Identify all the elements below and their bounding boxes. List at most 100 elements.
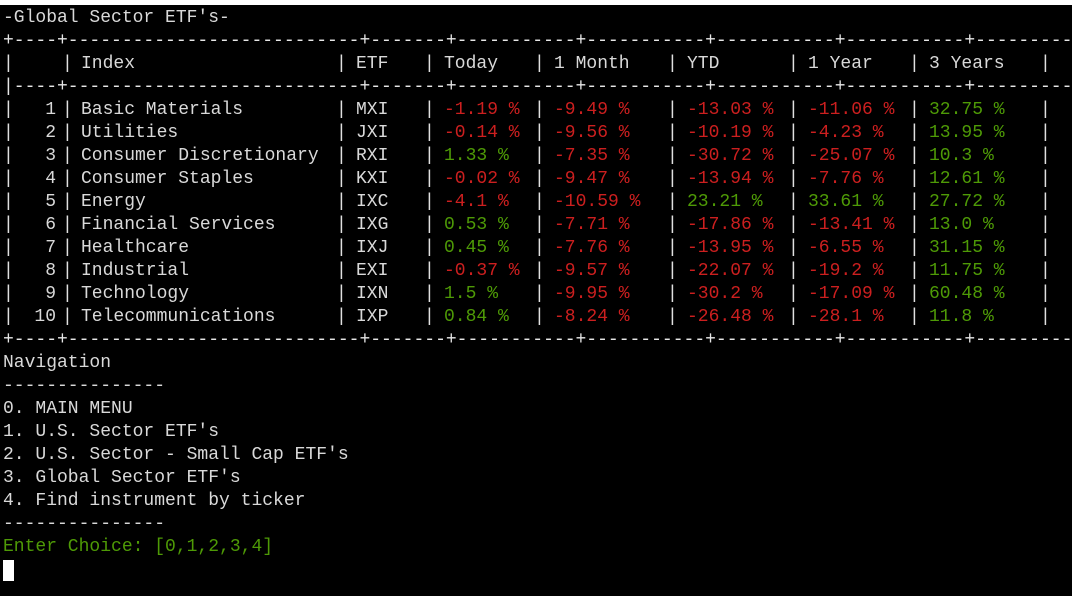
column-divider: | xyxy=(788,284,799,304)
row-etf-ticker: JXI xyxy=(356,123,389,143)
column-divider: | xyxy=(3,169,14,189)
menu-item-us-sector-small-cap-etfs[interactable]: 2. U.S. Sector - Small Cap ETF's xyxy=(3,444,349,467)
column-divider: | xyxy=(909,123,920,143)
table-row: | 2 | Utilities | JXI | -0.14 % | -9.56 % | -10.19 … xyxy=(3,122,1063,145)
column-divider: | xyxy=(788,100,799,120)
column-divider: | xyxy=(3,100,14,120)
row-1-year-change: -13.41 % xyxy=(808,215,895,235)
column-divider: | xyxy=(424,100,435,120)
column-divider: | xyxy=(62,192,73,212)
column-divider: | xyxy=(667,261,678,281)
column-divider: | xyxy=(909,307,920,327)
column-divider: | xyxy=(788,123,799,143)
column-divider: | xyxy=(534,307,545,327)
column-divider: | xyxy=(909,215,920,235)
column-divider: | xyxy=(534,100,545,120)
column-divider: | xyxy=(424,215,435,235)
row-etf-ticker: IXJ xyxy=(356,238,389,258)
row-today-change: 0.84 % xyxy=(444,307,509,327)
table-row: | 7 | Healthcare | IXJ | 0.45 % | -7.76 % | -13.95 … xyxy=(3,237,1063,260)
row-today-change: 1.33 % xyxy=(444,146,509,166)
row-1-month-change: -9.56 % xyxy=(554,123,630,143)
row-number: 8 xyxy=(45,261,56,281)
row-3-years-change: 13.0 % xyxy=(929,215,994,235)
column-divider: | xyxy=(336,123,347,143)
column-divider: | xyxy=(424,307,435,327)
row-etf-ticker: EXI xyxy=(356,261,389,281)
row-number: 7 xyxy=(45,238,56,258)
row-today-change: -1.19 % xyxy=(444,100,520,120)
column-divider: | xyxy=(62,307,73,327)
row-1-year-change: -28.1 % xyxy=(808,307,884,327)
row-3-years-change: 13.95 % xyxy=(929,123,1005,143)
row-today-change: 0.53 % xyxy=(444,215,509,235)
row-ytd-change: -10.19 % xyxy=(687,123,774,143)
column-header-3-years: 3 Years xyxy=(929,54,1005,74)
row-etf-ticker: IXC xyxy=(356,192,389,212)
column-divider: | xyxy=(62,238,73,258)
column-divider: | xyxy=(336,261,347,281)
column-divider: | xyxy=(667,238,678,258)
column-divider: | xyxy=(3,215,14,235)
column-divider: | xyxy=(424,146,435,166)
column-divider: | xyxy=(336,215,347,235)
row-ytd-change: -17.86 % xyxy=(687,215,774,235)
row-3-years-change: 10.3 % xyxy=(929,146,994,166)
column-divider: | xyxy=(909,192,920,212)
row-index-name: Healthcare xyxy=(81,238,190,258)
row-etf-ticker: IXN xyxy=(356,284,389,304)
input-cursor[interactable] xyxy=(3,560,14,581)
column-header-index: Index xyxy=(81,54,136,74)
column-divider: | xyxy=(534,146,545,166)
menu-item-find-instrument-by-ticker[interactable]: 4. Find instrument by ticker xyxy=(3,490,305,513)
navigation-rule-bottom: --------------- xyxy=(3,514,166,534)
column-divider: | xyxy=(336,238,347,258)
column-divider: | xyxy=(534,123,545,143)
column-divider: | xyxy=(909,284,920,304)
choice-prompt: Enter Choice: [0,1,2,3,4] xyxy=(3,537,274,557)
column-divider: | xyxy=(62,261,73,281)
column-divider: | xyxy=(3,192,14,212)
column-divider: | xyxy=(1040,192,1051,212)
row-1-year-change: -17.09 % xyxy=(808,284,895,304)
terminal-window[interactable]: -Global Sector ETF's- +----+------------… xyxy=(0,5,1072,596)
column-divider: | xyxy=(909,100,920,120)
column-divider: | xyxy=(424,123,435,143)
column-divider: | xyxy=(424,284,435,304)
table-border-bottom: +----+---------------------------+------… xyxy=(3,330,1072,350)
row-3-years-change: 60.48 % xyxy=(929,284,1005,304)
row-number: 2 xyxy=(45,123,56,143)
row-1-month-change: -10.59 % xyxy=(554,192,641,212)
row-etf-ticker: IXG xyxy=(356,215,389,235)
menu-item-main-menu[interactable]: 0. MAIN MENU xyxy=(3,398,133,421)
column-divider: | xyxy=(424,192,435,212)
row-number: 5 xyxy=(45,192,56,212)
column-divider: | xyxy=(909,146,920,166)
column-divider: | xyxy=(62,123,73,143)
column-divider: | xyxy=(1040,146,1051,166)
row-ytd-change: -22.07 % xyxy=(687,261,774,281)
column-divider: | xyxy=(667,215,678,235)
column-divider: | xyxy=(62,169,73,189)
column-divider: | xyxy=(667,100,678,120)
row-1-year-change: -19.2 % xyxy=(808,261,884,281)
row-ytd-change: -13.95 % xyxy=(687,238,774,258)
row-index-name: Utilities xyxy=(81,123,179,143)
row-index-name: Consumer Discretionary xyxy=(81,146,319,166)
row-3-years-change: 12.61 % xyxy=(929,169,1005,189)
column-header-today: Today xyxy=(444,54,499,74)
row-index-name: Technology xyxy=(81,284,190,304)
row-1-month-change: -7.35 % xyxy=(554,146,630,166)
row-etf-ticker: MXI xyxy=(356,100,389,120)
column-divider: | xyxy=(336,192,347,212)
row-index-name: Consumer Staples xyxy=(81,169,254,189)
column-divider: | xyxy=(336,146,347,166)
row-1-month-change: -8.24 % xyxy=(554,307,630,327)
menu-item-us-sector-etfs[interactable]: 1. U.S. Sector ETF's xyxy=(3,421,219,444)
row-index-name: Basic Materials xyxy=(81,100,244,120)
screen-title: -Global Sector ETF's- xyxy=(3,8,230,28)
row-number: 10 xyxy=(34,307,56,327)
column-divider: | xyxy=(788,261,799,281)
column-divider: | xyxy=(534,261,545,281)
menu-item-global-sector-etfs[interactable]: 3. Global Sector ETF's xyxy=(3,467,241,490)
